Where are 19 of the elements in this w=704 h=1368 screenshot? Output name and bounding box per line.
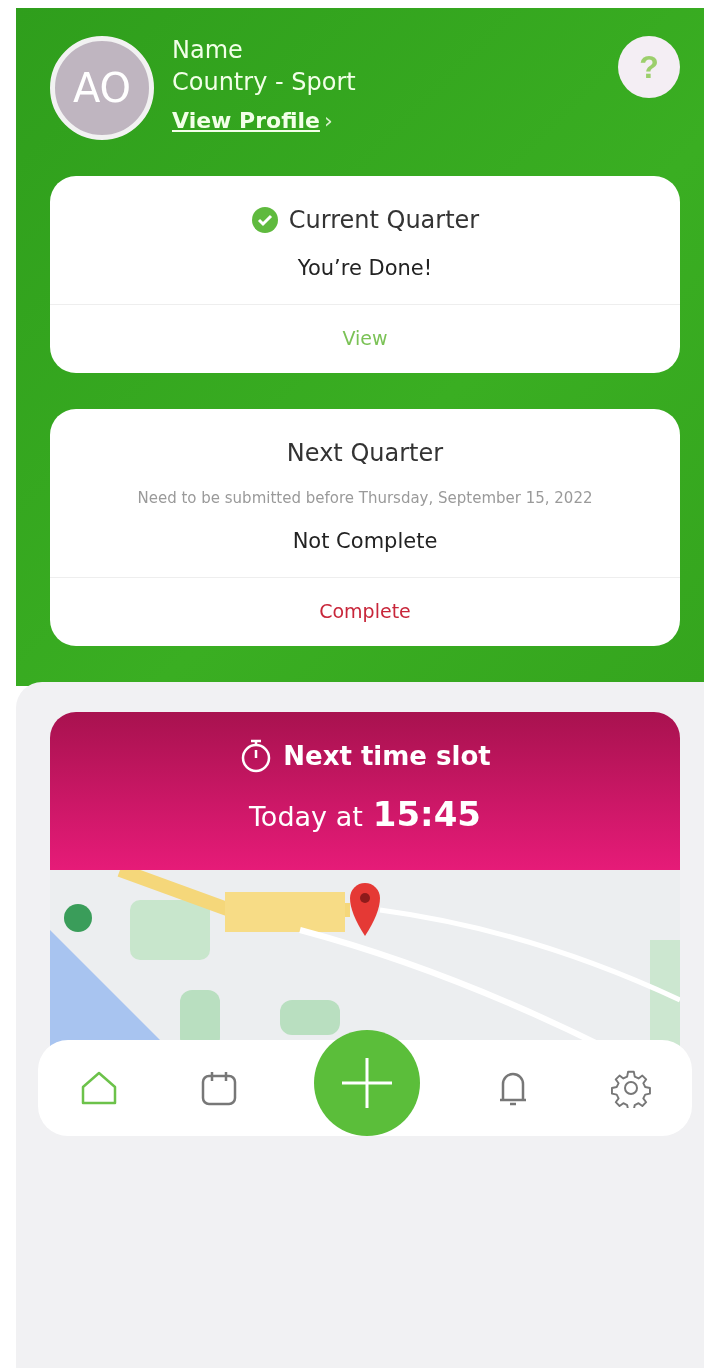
calendar-icon (200, 1069, 239, 1107)
settings-icon (611, 1068, 652, 1108)
help-button[interactable]: ? (618, 36, 680, 98)
card-title: Current Quarter (288, 206, 480, 234)
card-title: Next Quarter (286, 439, 444, 467)
status-text: You’re Done! (297, 256, 433, 280)
view-profile-link[interactable]: View Profile (172, 108, 320, 133)
complete-button[interactable]: Complete (50, 577, 680, 646)
time-slot-time: 15:45 (372, 794, 481, 834)
avatar[interactable]: AO (50, 36, 154, 140)
chevron-icon: › (323, 108, 333, 133)
status-text: Not Complete (292, 529, 438, 553)
profile-name: Name (172, 36, 244, 64)
view-button[interactable]: View (50, 304, 680, 373)
deadline-note: Need to be submitted before Thursday, September 15, 2022 (137, 489, 593, 507)
time-slot-title: Next time slot (283, 741, 491, 771)
time-slot-day: Today at (248, 801, 363, 832)
profile-subtitle: Country - Sport (172, 68, 357, 96)
plus-icon (340, 1056, 394, 1110)
